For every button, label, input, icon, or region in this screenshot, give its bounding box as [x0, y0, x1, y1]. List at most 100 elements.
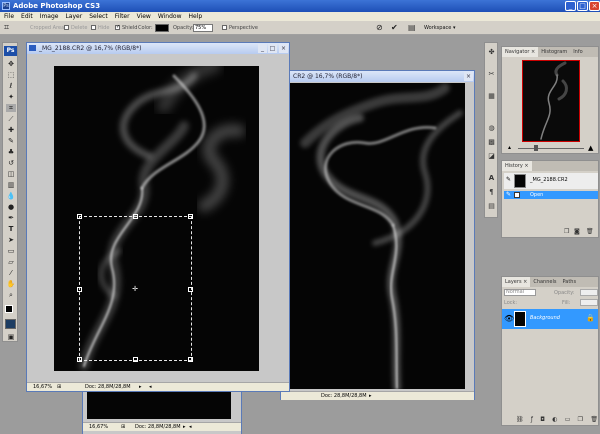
clone-stamp-tool-icon[interactable]: ♣	[6, 148, 16, 156]
canvas-middle[interactable]	[285, 83, 465, 389]
status-arrow-icon[interactable]: ▸	[369, 392, 372, 401]
minimize-button[interactable]: _	[565, 1, 576, 11]
zoom-slider[interactable]: ▴ ▲	[508, 145, 594, 152]
delete-layer-icon[interactable]: 🗑	[590, 416, 598, 425]
path-selection-tool-icon[interactable]: ➤	[6, 236, 16, 244]
eye-icon[interactable]: 👁	[504, 314, 514, 323]
history-snapshot-row[interactable]: ✎ _MG_2188.CR2	[504, 173, 598, 189]
gradient-tool-icon[interactable]: ▥	[6, 181, 16, 189]
scroll-left-icon[interactable]: ◂	[189, 423, 192, 432]
layer-row-background[interactable]: 👁 Background 🔒	[502, 309, 598, 329]
delete-radio[interactable]	[64, 25, 69, 30]
healing-brush-tool-icon[interactable]: ✚	[6, 126, 16, 134]
zoom-level[interactable]: 16,67%	[33, 383, 52, 392]
history-brush-tool-icon[interactable]: ↺	[6, 159, 16, 167]
link-layers-icon[interactable]: ⛓	[516, 416, 524, 425]
crop-tool-preset-icon[interactable]: ⌗	[4, 23, 16, 33]
delete-state-icon[interactable]: 🗑	[586, 228, 594, 235]
shield-checkbox[interactable]	[115, 24, 120, 30]
blur-tool-icon[interactable]: 💧	[6, 192, 16, 200]
paragraph-icon[interactable]: ¶	[486, 187, 497, 197]
brushes-icon[interactable]: ✤	[486, 47, 497, 57]
cancel-crop-icon[interactable]: ⊘	[376, 23, 385, 32]
crop-center-icon[interactable]: ✛	[132, 286, 138, 293]
crop-handle[interactable]	[188, 357, 193, 362]
layer-fill-field[interactable]	[580, 299, 598, 306]
screen-mode-icon[interactable]: ▣	[6, 333, 16, 341]
character-icon[interactable]: A	[486, 173, 497, 183]
notes-tool-icon[interactable]: ▱	[6, 258, 16, 266]
navigator-preview[interactable]	[522, 60, 580, 142]
eyedropper-tool-icon[interactable]: ⁄	[6, 269, 16, 277]
crop-handle[interactable]	[77, 357, 82, 362]
new-group-icon[interactable]: ▭	[565, 416, 571, 425]
tab-info[interactable]: Info	[570, 47, 585, 57]
menu-window[interactable]: Window	[158, 12, 182, 21]
status-arrow-icon[interactable]: ▸	[183, 423, 186, 432]
palette-well-icon[interactable]: ▤	[408, 23, 417, 32]
styles-icon[interactable]: ◪	[486, 151, 497, 161]
document-window-middle[interactable]: CR2 @ 16,7% (RGB/8*) × Doc: 28,8M/28,8M …	[280, 70, 475, 400]
scroll-left-icon[interactable]: ◂	[149, 383, 152, 392]
new-document-from-state-icon[interactable]: ❐	[564, 228, 569, 235]
perspective-checkbox[interactable]	[222, 25, 227, 30]
document-maximize-icon[interactable]: □	[268, 44, 277, 53]
eraser-tool-icon[interactable]: ◫	[6, 170, 16, 178]
menu-filter[interactable]: Filter	[115, 12, 130, 21]
crop-handle[interactable]	[77, 287, 82, 292]
foreground-color-swatch[interactable]	[5, 305, 13, 313]
menu-file[interactable]: File	[4, 12, 14, 21]
new-snapshot-icon[interactable]: ◙	[574, 228, 580, 235]
magic-wand-tool-icon[interactable]: ✦	[6, 93, 16, 101]
layer-opacity-field[interactable]	[580, 289, 598, 296]
swatches-icon[interactable]: ▩	[486, 137, 497, 147]
menu-layer[interactable]: Layer	[65, 12, 82, 21]
tab-history[interactable]: History ×	[502, 161, 532, 171]
actions-icon[interactable]: ▤	[486, 201, 497, 211]
pen-tool-icon[interactable]: ✒	[6, 214, 16, 222]
menu-view[interactable]: View	[137, 12, 151, 21]
crop-handle[interactable]	[188, 214, 193, 219]
move-tool-icon[interactable]: ✥	[6, 60, 16, 68]
tab-channels[interactable]: Channels	[530, 277, 559, 287]
close-button[interactable]: ×	[589, 1, 600, 11]
tab-layers[interactable]: Layers ×	[502, 277, 531, 287]
maximize-button[interactable]: □	[577, 1, 588, 11]
adjustment-layer-icon[interactable]: ◐	[552, 416, 557, 425]
new-layer-icon[interactable]: ❐	[578, 416, 583, 425]
document-title-middle[interactable]: CR2 @ 16,7% (RGB/8*)	[281, 71, 474, 82]
shield-color-swatch[interactable]	[155, 24, 169, 32]
crop-tool-icon[interactable]: ⌗	[6, 104, 16, 112]
menu-select[interactable]: Select	[89, 12, 108, 21]
tab-navigator[interactable]: Navigator ×	[502, 47, 539, 57]
opacity-field[interactable]: 75%	[193, 24, 213, 32]
document-close-icon[interactable]: ×	[464, 72, 473, 81]
menu-image[interactable]: Image	[40, 12, 59, 21]
zoom-out-icon[interactable]: ▴	[508, 145, 514, 151]
layer-style-icon[interactable]: ƒ	[531, 416, 533, 425]
zoom-slider-track[interactable]	[518, 148, 584, 149]
zoom-level[interactable]: 16,67%	[89, 423, 108, 432]
status-arrow-icon[interactable]: ▸	[139, 383, 142, 392]
history-brush-source-icon[interactable]: ✎	[506, 176, 511, 183]
document-title-front[interactable]: _MG_2188.CR2 @ 16,7% (RGB/8*)	[27, 43, 289, 54]
status-menu-icon[interactable]: ⊞	[121, 423, 125, 432]
menu-edit[interactable]: Edit	[21, 12, 33, 21]
commit-crop-icon[interactable]: ✔	[391, 23, 400, 32]
crop-selection-box[interactable]: ✛	[77, 214, 193, 362]
blend-mode-select[interactable]: Normal	[504, 289, 536, 296]
crop-handle[interactable]	[188, 287, 193, 292]
layer-mask-icon[interactable]: ◘	[540, 416, 545, 425]
shape-tool-icon[interactable]: ▭	[6, 247, 16, 255]
history-brush-source-icon[interactable]: ✎	[506, 191, 511, 199]
crop-handle[interactable]	[77, 214, 82, 219]
workspace-button[interactable]: Workspace ▾	[424, 21, 455, 35]
layer-comps-icon[interactable]: ▦	[486, 91, 497, 101]
document-window-front[interactable]: _MG_2188.CR2 @ 16,7% (RGB/8*) _ □ × ✛ 16…	[26, 42, 290, 392]
lasso-tool-icon[interactable]: ℓ	[6, 82, 16, 90]
history-item[interactable]: ✎ Open	[504, 191, 598, 199]
tab-paths[interactable]: Paths	[559, 277, 579, 287]
tool-presets-icon[interactable]: ✂	[486, 69, 497, 79]
quick-mask-icon[interactable]	[5, 319, 16, 329]
document-close-icon[interactable]: ×	[279, 44, 288, 53]
